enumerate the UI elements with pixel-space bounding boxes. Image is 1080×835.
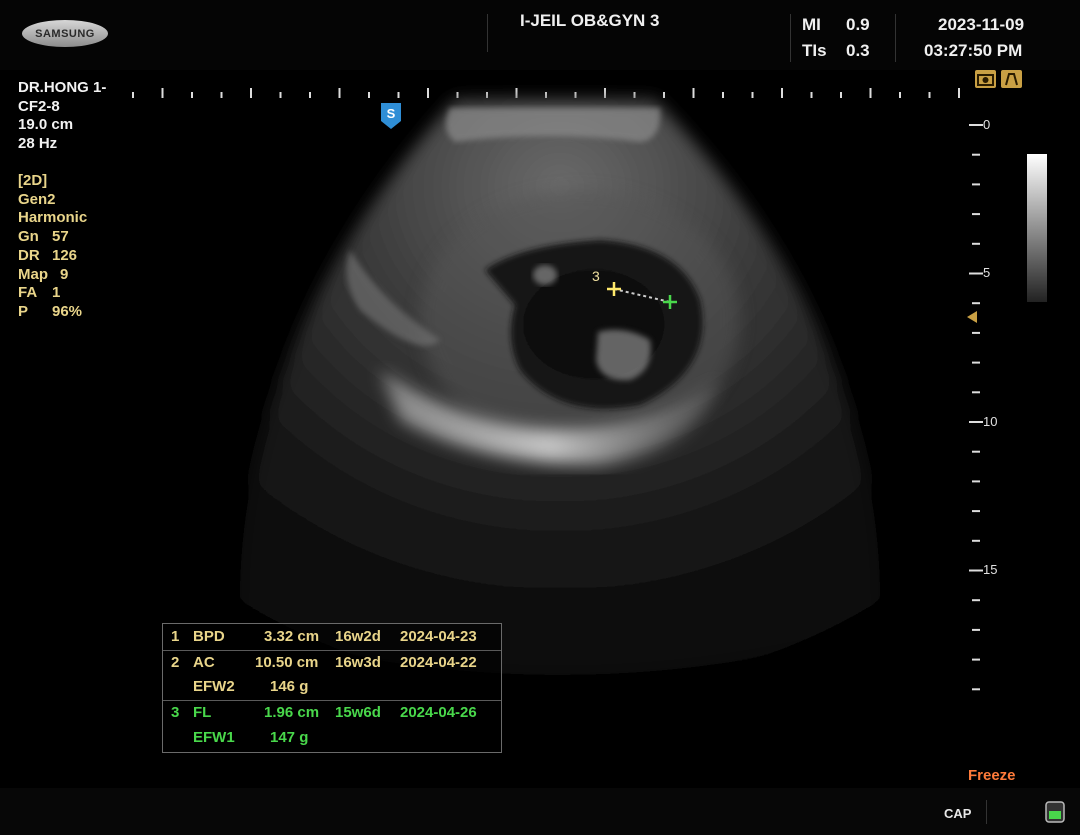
header-divider (487, 14, 488, 52)
depth-label-15: 15 (983, 562, 998, 577)
row-divider (163, 650, 501, 651)
freeze-status: Freeze (968, 767, 1016, 784)
camera-icon[interactable] (975, 70, 996, 88)
depth-tick (972, 599, 980, 602)
depth-tick (972, 450, 980, 453)
scan-direction-marker: S (381, 103, 401, 129)
measurement-table: 1 BPD 3.32 cm 16w2d 2024-04-23 2 AC 10.5… (162, 623, 502, 753)
depth-label-0: 0 (983, 117, 991, 132)
depth-tick (969, 421, 983, 423)
storage-icon[interactable] (1045, 801, 1065, 823)
depth-label-5: 5 (983, 265, 991, 280)
depth-tick (969, 569, 983, 572)
caps-lock-indicator: CAP (944, 806, 972, 821)
depth-tick (972, 361, 980, 364)
samsung-logo: SAMSUNG (22, 20, 108, 47)
depth-tick (972, 331, 980, 334)
depth-tick (969, 272, 983, 275)
depth-tick (972, 242, 980, 245)
depth-tick (972, 480, 980, 483)
depth-tick (972, 213, 980, 216)
svg-text:S: S (387, 106, 396, 121)
tis-label: TIs (802, 41, 827, 60)
footer-divider (986, 800, 987, 824)
grayscale-bar (1027, 154, 1047, 302)
depth-tick (972, 539, 980, 542)
depth-tick (969, 124, 983, 126)
person-icon[interactable] (1001, 70, 1022, 88)
time-display: 03:27:50 PM (924, 41, 1023, 60)
depth-tick (972, 183, 980, 186)
row-divider (163, 700, 501, 701)
depth-tick (972, 628, 980, 631)
fetal-part (533, 265, 557, 285)
footer-bar (0, 788, 1080, 835)
triangle-left-icon[interactable] (966, 310, 978, 324)
header-divider (790, 14, 791, 62)
depth-tick (972, 391, 980, 394)
date-display: 2023-11-09 (938, 15, 1025, 34)
depth-tick (972, 153, 980, 156)
depth-tick (972, 302, 980, 305)
depth-scale (969, 124, 983, 691)
depth-label-10: 10 (983, 414, 998, 429)
caliper-number: 3 (592, 268, 600, 284)
tis-value: 0.3 (846, 41, 870, 60)
mi-value: 0.9 (846, 15, 870, 34)
depth-tick (972, 658, 980, 661)
depth-tick (972, 688, 980, 691)
header-divider (895, 14, 896, 62)
ultrasound-image[interactable]: 3 (0, 70, 960, 690)
mi-label: MI (802, 15, 821, 34)
depth-tick (972, 510, 980, 513)
hospital-name: I-JEIL OB&GYN 3 (520, 11, 660, 30)
